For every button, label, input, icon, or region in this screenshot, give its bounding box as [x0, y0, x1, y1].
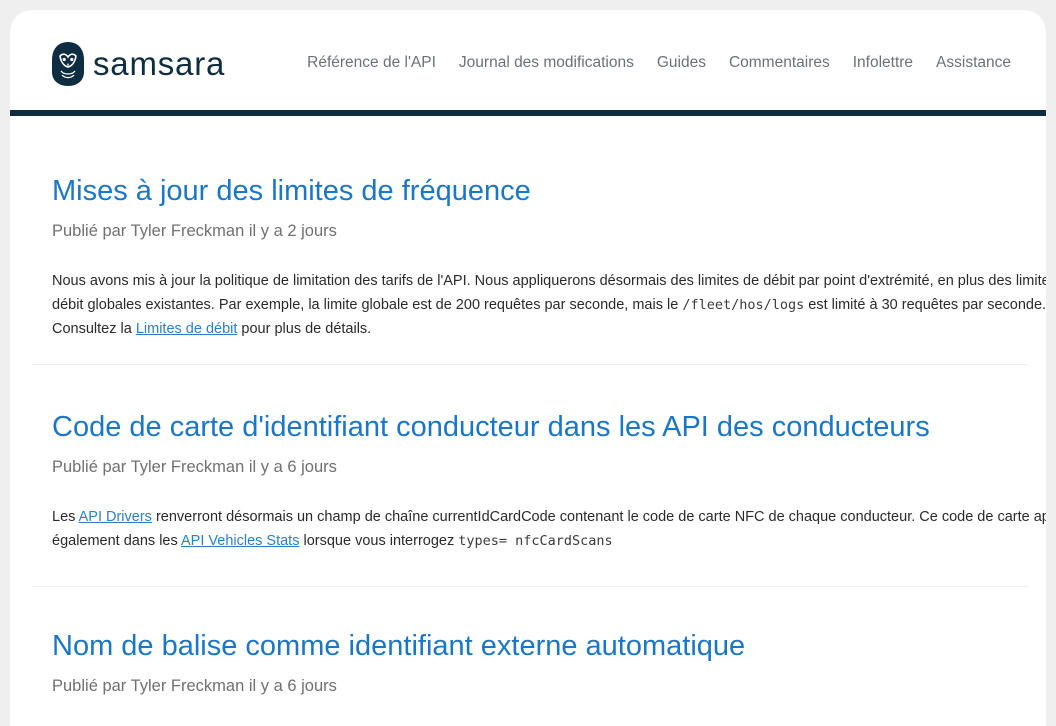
post-body: Les API Drivers renverront désormais un … [52, 505, 1046, 553]
main-nav: Référence de l'API Journal des modificat… [307, 55, 1011, 71]
nav-item-feedback[interactable]: Commentaires [729, 55, 830, 71]
api-drivers-link[interactable]: API Drivers [79, 509, 152, 525]
body-text: lorsque vous interrogez [299, 532, 459, 549]
body-text: pour plus de détails. [237, 320, 372, 337]
changelog-post: Code de carte d'identifiant conducteur d… [10, 411, 1046, 553]
samsara-logo[interactable]: samsara [51, 41, 225, 87]
post-divider [32, 586, 1028, 587]
nav-item-api-reference[interactable]: Référence de l'API [307, 55, 436, 71]
post-title[interactable]: Nom de balise comme identifiant externe … [52, 630, 1046, 663]
post-divider [32, 364, 1028, 365]
inline-code: /fleet/hos/logs [682, 296, 805, 313]
nav-item-guides[interactable]: Guides [657, 55, 706, 71]
changelog-post: Mises à jour des limites de fréquence Pu… [10, 175, 1046, 341]
api-vehicles-stats-link[interactable]: API Vehicles Stats [181, 533, 299, 549]
site-header: samsara Référence de l'API Journal des m… [10, 10, 1046, 116]
nav-item-newsletter[interactable]: Infolettre [853, 55, 913, 71]
post-meta: Publié par Tyler Freckman il y a 6 jours [52, 676, 337, 695]
rate-limits-link[interactable]: Limites de débit [136, 321, 238, 337]
body-text: Les [52, 508, 79, 525]
changelog-post: Nom de balise comme identifiant externe … [10, 630, 1046, 697]
browser-page: samsara Référence de l'API Journal des m… [10, 10, 1046, 726]
nav-item-changelog[interactable]: Journal des modifications [459, 55, 634, 71]
post-meta: Publié par Tyler Freckman il y a 6 jours [52, 457, 337, 476]
post-body: Nous avons mis à jour la politique de li… [52, 269, 1046, 341]
brand-name: samsara [93, 44, 226, 82]
inline-code: types= nfcCardScans [458, 532, 613, 549]
post-title[interactable]: Mises à jour des limites de fréquence [52, 175, 1046, 208]
post-meta: Publié par Tyler Freckman il y a 2 jours [52, 221, 337, 240]
nav-item-support[interactable]: Assistance [936, 55, 1011, 71]
owl-logo-icon [52, 42, 84, 86]
post-title[interactable]: Code de carte d'identifiant conducteur d… [52, 411, 1046, 444]
